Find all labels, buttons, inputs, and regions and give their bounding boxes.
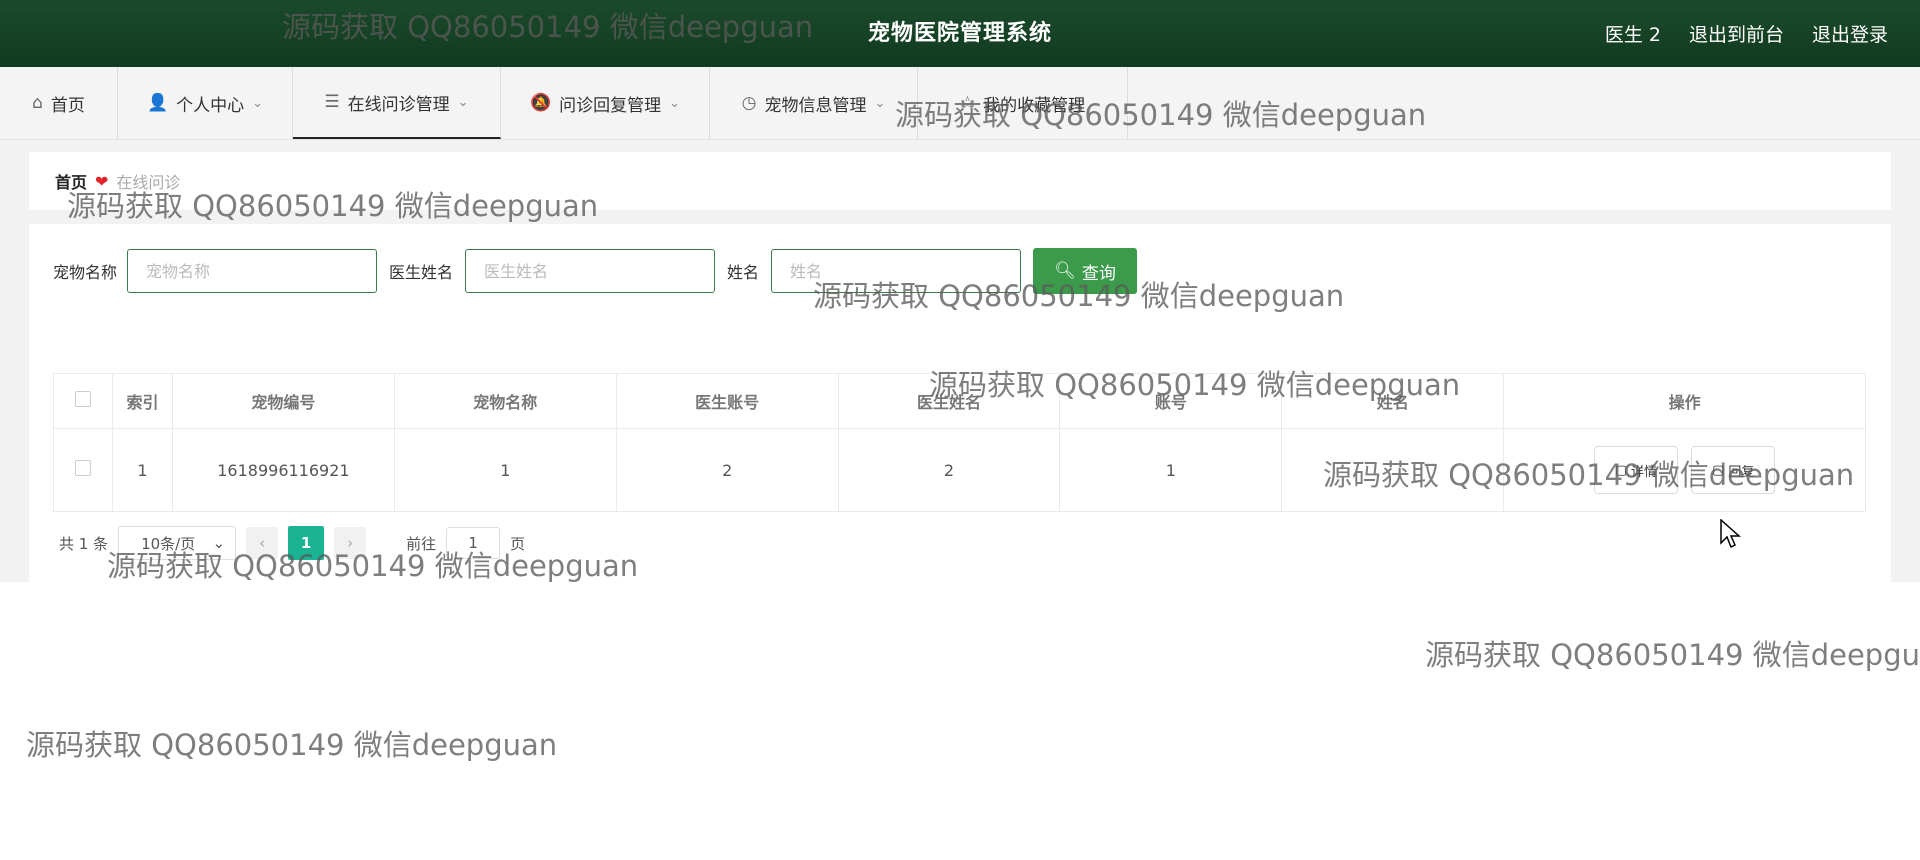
select-all-checkbox[interactable] xyxy=(74,391,91,407)
total-count: 共 1 条 xyxy=(59,534,109,553)
name-input[interactable] xyxy=(771,249,1022,293)
search-form: 宠物名称 医生姓名 姓名 🔍︎ 查询 xyxy=(53,248,1138,294)
column-header: 姓名 xyxy=(1281,373,1505,429)
name-label: 姓名 xyxy=(727,263,760,282)
cell-account: 1 xyxy=(1059,428,1283,512)
column-header: 账号 xyxy=(1059,373,1283,429)
nav-item-label: 宠物信息管理 xyxy=(764,95,867,116)
cell-index: 1 xyxy=(111,428,173,512)
reply-button[interactable]: ▢ 回复 xyxy=(1691,446,1776,494)
home-icon: ⌂ xyxy=(32,93,43,113)
chevron-down-icon: ⌄ xyxy=(874,95,886,111)
query-button[interactable]: 🔍︎ 查询 xyxy=(1033,248,1138,294)
select-all-cell[interactable] xyxy=(53,373,113,429)
breadcrumb-current: 在线问诊 xyxy=(116,173,181,192)
column-header: 医生姓名 xyxy=(837,373,1061,429)
to-frontend-link[interactable]: 退出到前台 xyxy=(1689,20,1784,47)
column-header: 医生账号 xyxy=(615,373,839,429)
goto-suffix: 页 xyxy=(510,534,526,553)
heart-icon: ❤ xyxy=(95,171,109,191)
page-number-current[interactable]: 1 xyxy=(288,526,325,560)
clock-icon: ◷ xyxy=(741,93,757,113)
table-row: 1 1618996116921 1 2 2 1 ▢ 详情 ▢ 回复 xyxy=(53,428,1866,512)
detail-button-label: 详情 xyxy=(1631,464,1658,480)
column-header: 宠物名称 xyxy=(393,373,617,429)
chevron-down-icon: ⌄ xyxy=(669,95,681,111)
doctor-name-input[interactable] xyxy=(465,249,716,293)
cell-actions: ▢ 详情 ▢ 回复 xyxy=(1503,428,1866,512)
page-size-value: 10条/页 xyxy=(141,534,196,553)
chevron-down-icon: ⌄ xyxy=(252,95,264,111)
document-icon: ▢ xyxy=(1614,462,1628,478)
nav-item-favorites[interactable]: ☆ 我的收藏管理 xyxy=(918,67,1128,139)
nav-item-consult-reply[interactable]: 🔕 问诊回复管理 ⌄ xyxy=(501,67,710,139)
cell-pet-name: 1 xyxy=(393,428,617,512)
breadcrumb: 首页 ❤ 在线问诊 xyxy=(29,152,1891,210)
nav-item-label: 在线问诊管理 xyxy=(347,94,450,115)
cell-pet-no: 1618996116921 xyxy=(171,428,395,512)
table-header-row: 索引 宠物编号 宠物名称 医生账号 医生姓名 账号 姓名 操作 xyxy=(53,373,1866,429)
next-page-button[interactable]: › xyxy=(334,527,367,559)
nav-item-label: 问诊回复管理 xyxy=(559,95,662,116)
user-icon: 👤 xyxy=(146,93,169,113)
reply-button-label: 回复 xyxy=(1728,464,1755,480)
nav-item-label: 我的收藏管理 xyxy=(983,95,1086,116)
chevron-down-icon: ⌄ xyxy=(457,94,469,110)
header-actions: 医生 2 退出到前台 退出登录 xyxy=(1605,0,1888,67)
query-button-label: 查询 xyxy=(1081,263,1116,284)
detail-button[interactable]: ▢ 详情 xyxy=(1593,446,1679,494)
column-header: 索引 xyxy=(111,373,173,429)
breadcrumb-home[interactable]: 首页 xyxy=(55,169,87,193)
mouse-cursor-icon xyxy=(1720,519,1741,549)
row-checkbox[interactable] xyxy=(74,460,91,476)
cell-name xyxy=(1281,428,1505,512)
doctor-name-label: 医生姓名 xyxy=(389,263,454,282)
pagination: 共 1 条 10条/页 ⌄ ‹ 1 › 前往 页 xyxy=(59,526,525,560)
current-user[interactable]: 医生 2 xyxy=(1605,20,1661,47)
main-panel: 宠物名称 医生姓名 姓名 🔍︎ 查询 索引 宠物编号 宠物名称 医生账号 医生姓… xyxy=(29,224,1891,582)
nav-item-label: 首页 xyxy=(50,95,85,116)
watermark-text: 源码获取 QQ86050149 微信deepguan xyxy=(1425,638,1920,672)
bell-icon: 🔕 xyxy=(529,93,552,113)
chevron-right-icon: › xyxy=(347,534,354,552)
column-header: 宠物编号 xyxy=(171,373,395,429)
prev-page-button[interactable]: ‹ xyxy=(246,527,279,559)
nav-item-personal-center[interactable]: 👤 个人中心 ⌄ xyxy=(118,67,293,139)
nav-item-online-consult[interactable]: ☰ 在线问诊管理 ⌄ xyxy=(293,67,501,139)
chevron-down-icon: ⌄ xyxy=(212,534,226,552)
cell-doctor-account: 2 xyxy=(615,428,839,512)
watermark-text: 源码获取 QQ86050149 微信deepguan xyxy=(26,728,558,762)
logout-link[interactable]: 退出登录 xyxy=(1812,20,1888,47)
main-nav: ⌂ 首页 👤 个人中心 ⌄ ☰ 在线问诊管理 ⌄ 🔕 问诊回复管理 ⌄ ◷ 宠物… xyxy=(0,67,1920,140)
consult-table: 索引 宠物编号 宠物名称 医生账号 医生姓名 账号 姓名 操作 1 161899… xyxy=(53,373,1866,512)
nav-item-home[interactable]: ⌂ 首页 xyxy=(0,67,118,139)
pet-name-input[interactable] xyxy=(127,249,378,293)
pet-name-label: 宠物名称 xyxy=(53,263,118,282)
top-header: 宠物医院管理系统 医生 2 退出到前台 退出登录 xyxy=(0,0,1920,67)
nav-item-label: 个人中心 xyxy=(176,95,245,116)
page-size-select[interactable]: 10条/页 ⌄ xyxy=(118,526,237,560)
goto-page-input[interactable] xyxy=(446,527,501,559)
search-icon: 🔍︎ xyxy=(1054,261,1076,281)
goto-prefix: 前往 xyxy=(406,534,437,553)
row-select-cell[interactable] xyxy=(53,428,113,512)
edit-icon: ▢ xyxy=(1712,462,1725,478)
list-icon: ☰ xyxy=(324,92,340,112)
cell-doctor-name: 2 xyxy=(837,428,1061,512)
nav-item-pet-info[interactable]: ◷ 宠物信息管理 ⌄ xyxy=(710,67,918,139)
chevron-left-icon: ‹ xyxy=(259,534,266,552)
column-header: 操作 xyxy=(1503,373,1866,429)
star-icon: ☆ xyxy=(959,93,976,113)
